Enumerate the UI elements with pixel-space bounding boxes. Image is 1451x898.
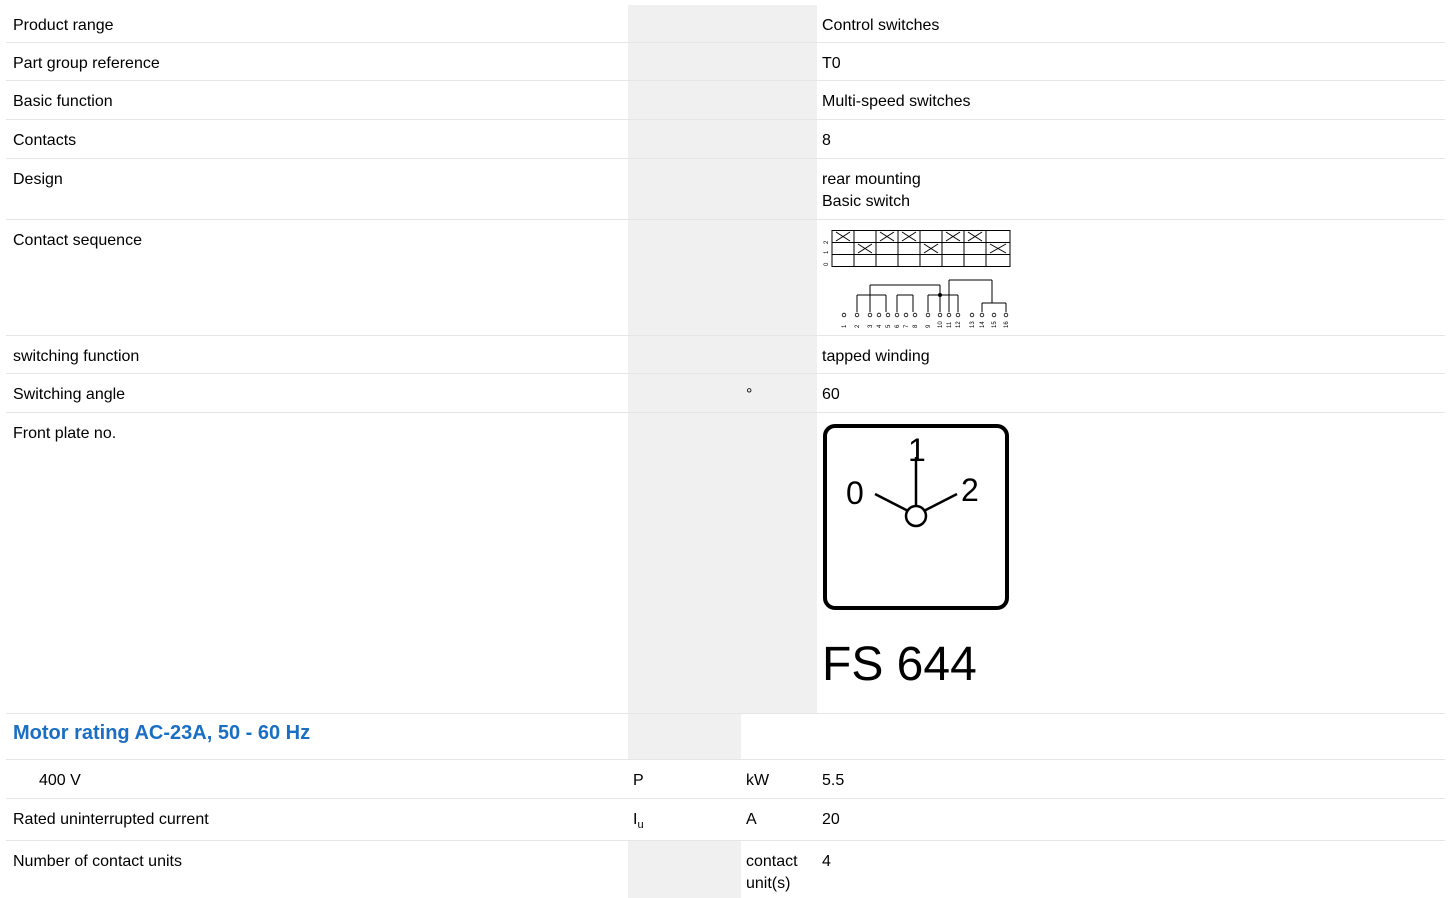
- plate-position-1: 1: [908, 432, 926, 468]
- row-label: Design: [13, 171, 63, 188]
- row-value: 4: [822, 853, 831, 870]
- table-row: Design rear mounting Basic switch: [6, 158, 1445, 219]
- front-plate-code: FS 644: [822, 638, 977, 691]
- row-value: Multi-speed switches: [822, 93, 971, 110]
- sequence-position-label: 2: [824, 240, 830, 244]
- unit-line-2: unit(s): [746, 875, 791, 892]
- row-label: 400 V: [39, 772, 81, 789]
- terminal-label: 1: [842, 324, 848, 328]
- row-unit: [741, 120, 817, 158]
- row-value: 60: [822, 386, 840, 403]
- row-unit: °: [741, 374, 817, 412]
- plate-position-2: 2: [961, 472, 979, 508]
- table-row: Part group reference T0: [6, 42, 1445, 80]
- sequence-position-label: 1: [824, 250, 830, 254]
- row-label: Rated uninterrupted current: [13, 811, 209, 828]
- row-label: switching function: [13, 348, 140, 365]
- row-symbol: [628, 159, 741, 219]
- table-row: Contact sequence 0 1 2 1 2 3 4 5 6 7 8 9…: [6, 219, 1445, 335]
- row-unit: [741, 81, 817, 119]
- row-symbol: P: [628, 760, 741, 798]
- row-value: 8: [822, 132, 831, 149]
- plate-position-0: 0: [846, 475, 864, 511]
- row-value: Control switches: [822, 17, 940, 34]
- contact-sequence-svg: 0 1 2 1 2 3 4 5 6 7 8 9 10 11 12 13 14 1…: [824, 230, 1011, 328]
- row-symbol: [628, 841, 741, 898]
- terminal-label: 2: [855, 324, 861, 328]
- table-row: Rated uninterrupted current Iu A 20: [6, 798, 1445, 840]
- terminal-label: 11: [947, 321, 953, 328]
- table-row: switching function tapped winding: [6, 335, 1445, 373]
- terminal-label: 3: [868, 324, 874, 328]
- terminal-label: 8: [913, 324, 919, 328]
- design-line-1: rear mounting: [822, 171, 921, 188]
- terminal-label: 14: [980, 321, 986, 328]
- row-unit: [741, 336, 817, 373]
- front-plate: 1 0 2 FS 644: [817, 413, 1445, 713]
- row-symbol: [628, 374, 741, 412]
- row-label: Part group reference: [13, 55, 160, 72]
- terminal-label: 13: [970, 321, 976, 328]
- row-value: tapped winding: [822, 348, 930, 365]
- sequence-position-label: 0: [824, 262, 830, 266]
- row-value: T0: [822, 55, 841, 72]
- table-row: Number of contact units contact unit(s) …: [6, 840, 1445, 898]
- row-label: Basic function: [13, 93, 113, 110]
- row-label: Front plate no.: [13, 425, 117, 442]
- row-label: Switching angle: [13, 386, 126, 403]
- row-unit: kW: [741, 760, 817, 798]
- terminal-label: 5: [886, 324, 892, 328]
- table-row: Front plate no. 1 0 2 FS 644: [6, 412, 1445, 713]
- row-symbol: Iu: [628, 799, 741, 840]
- section-title: Motor rating AC-23A, 50 - 60 Hz: [13, 722, 311, 744]
- terminal-label: 10: [938, 321, 944, 328]
- terminal-label: 7: [904, 324, 910, 328]
- table-row: Product range Control switches: [6, 5, 1445, 42]
- row-unit: A: [741, 799, 817, 840]
- terminal-label: 9: [926, 324, 932, 328]
- row-value: 20: [822, 811, 840, 828]
- symbol-subscript: u: [637, 819, 644, 832]
- spec-table: Product range Control switches Part grou…: [6, 5, 1445, 898]
- row-label: Number of contact units: [13, 853, 182, 870]
- terminal-label: 6: [895, 324, 901, 328]
- terminal-label: 12: [956, 321, 962, 328]
- row-symbol: [628, 336, 741, 373]
- row-symbol: [628, 5, 741, 42]
- row-label: Product range: [13, 17, 114, 34]
- front-plate-drawing: 1 0 2: [823, 424, 1009, 610]
- row-symbol: [628, 120, 741, 158]
- section-header-row: Motor rating AC-23A, 50 - 60 Hz: [6, 713, 1445, 759]
- row-symbol: [628, 43, 741, 80]
- terminal-label: 4: [877, 324, 883, 328]
- row-value: 5.5: [822, 772, 845, 789]
- row-unit: [741, 43, 817, 80]
- terminal-label: 15: [992, 321, 998, 328]
- table-row: Contacts 8: [6, 119, 1445, 158]
- terminal-label: 16: [1004, 321, 1010, 328]
- row-label: Contact sequence: [13, 232, 142, 249]
- table-row: Basic function Multi-speed switches: [6, 80, 1445, 119]
- row-unit: [741, 5, 817, 42]
- row-label: Contacts: [13, 132, 77, 149]
- table-row: 400 V P kW 5.5: [6, 759, 1445, 798]
- row-symbol: [628, 81, 741, 119]
- unit-line-1: contact: [746, 853, 798, 870]
- row-unit: [741, 159, 817, 219]
- table-row: Switching angle ° 60: [6, 373, 1445, 412]
- row-unit: contact unit(s): [741, 841, 817, 898]
- contact-sequence-diagram: 0 1 2 1 2 3 4 5 6 7 8 9 10 11 12 13 14 1…: [817, 220, 1445, 335]
- design-line-2: Basic switch: [822, 193, 911, 210]
- row-value: rear mounting Basic switch: [817, 159, 1445, 219]
